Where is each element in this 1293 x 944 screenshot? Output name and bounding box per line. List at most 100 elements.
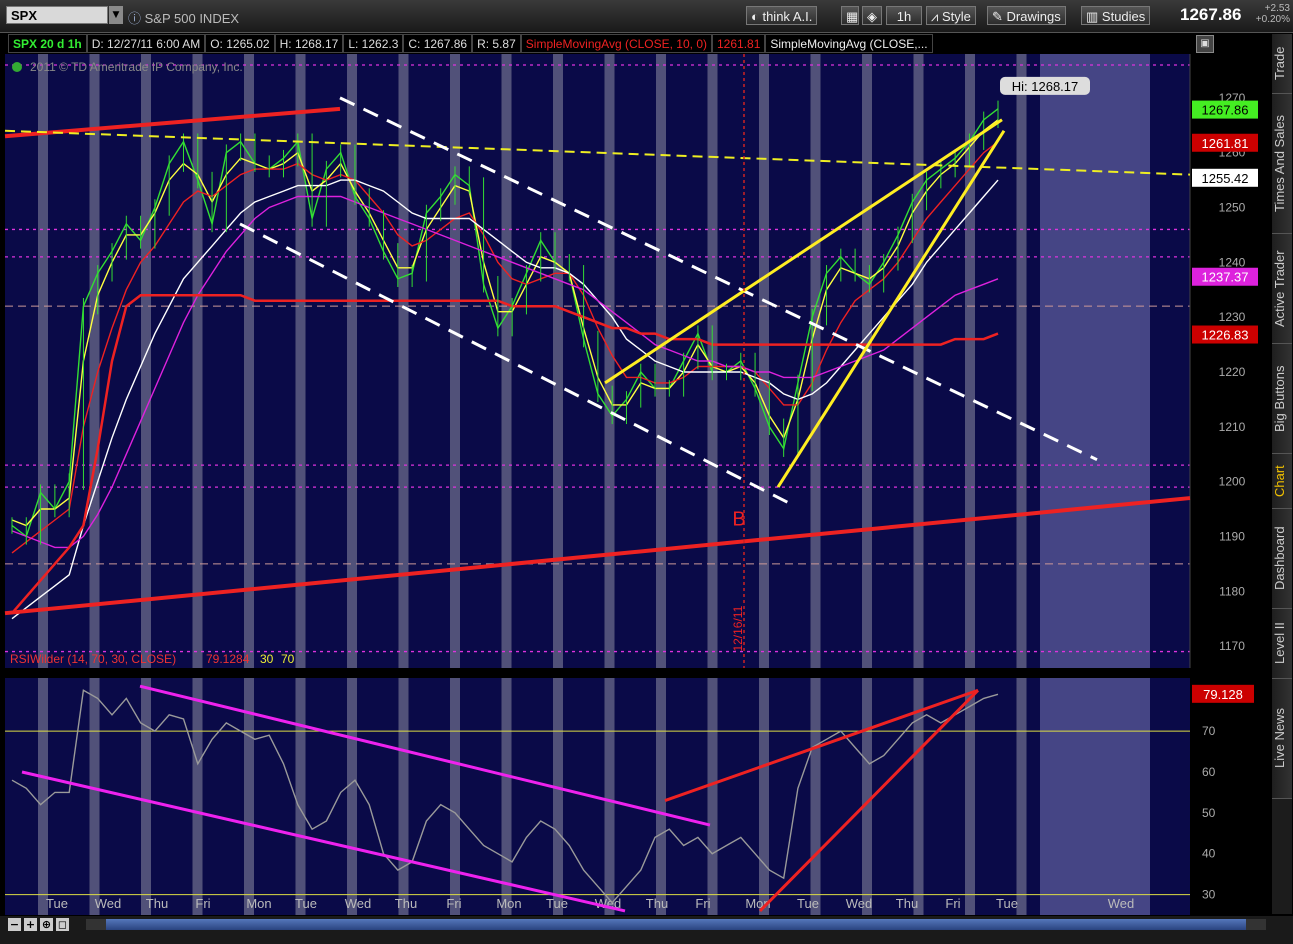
price-tick: 1170 bbox=[1219, 639, 1245, 653]
price-label: 1226.83 bbox=[1202, 328, 1249, 343]
future-zone bbox=[1040, 54, 1150, 668]
session-band-rsi bbox=[295, 678, 306, 915]
studies-icon: ▥ bbox=[1086, 9, 1102, 24]
price-tick: 1230 bbox=[1219, 310, 1246, 324]
rsi-level-70: 70 bbox=[281, 652, 295, 666]
style-icon: ⩘ bbox=[931, 9, 942, 24]
date-marker-label: 12/16/11 bbox=[731, 605, 745, 651]
time-tick: Tue bbox=[295, 896, 317, 911]
rsi-tick: 40 bbox=[1202, 847, 1216, 861]
session-band bbox=[295, 54, 306, 668]
price-label: 1261.81 bbox=[1202, 136, 1249, 151]
interval-button[interactable]: 1h bbox=[886, 6, 922, 25]
sidebar-tab-active-trader[interactable]: Active Trader bbox=[1272, 234, 1292, 344]
drawings-button[interactable]: ✎ Drawings bbox=[987, 6, 1066, 25]
sidebar-tab-times-and-sales[interactable]: Times And Sales bbox=[1272, 94, 1292, 234]
session-band-rsi bbox=[192, 678, 203, 915]
session-band-rsi bbox=[38, 678, 48, 915]
session-band bbox=[1016, 54, 1027, 668]
right-sidebar: Trade Times And Sales Active Trader Big But… bbox=[1272, 34, 1292, 914]
session-band-rsi bbox=[759, 678, 769, 915]
zoom-in-button[interactable]: + bbox=[24, 918, 37, 931]
price-label: 1255.42 bbox=[1202, 171, 1249, 186]
sidebar-tab-live-news[interactable]: Live News bbox=[1272, 679, 1292, 799]
session-band-rsi bbox=[656, 678, 666, 915]
scrollbar-thumb[interactable] bbox=[106, 919, 1246, 930]
price-tick: 1250 bbox=[1219, 201, 1246, 215]
time-tick: Fri bbox=[195, 896, 210, 911]
zoom-out-button[interactable]: − bbox=[8, 918, 21, 931]
top-toolbar: SPX ▼ ⓘ S&P 500 INDEX ◐ think A.I. ▦ ◈ 1… bbox=[0, 0, 1293, 33]
rsi-tick: 60 bbox=[1202, 765, 1216, 779]
symbol-name: ⓘ S&P 500 INDEX bbox=[128, 11, 240, 26]
price-tick: 1180 bbox=[1219, 584, 1245, 598]
time-tick: Mon bbox=[496, 896, 521, 911]
time-tick: Wed bbox=[1108, 896, 1135, 911]
time-tick: Fri bbox=[945, 896, 960, 911]
price-labels: 1267.86 1261.81 1255.42 1237.37 1226.83 bbox=[1192, 100, 1258, 344]
time-tick: Tue bbox=[46, 896, 68, 911]
session-band-rsi bbox=[604, 678, 615, 915]
price-tick: 1200 bbox=[1219, 475, 1246, 489]
time-tick: Tue bbox=[797, 896, 819, 911]
sidebar-tab-level-ii[interactable]: Level II bbox=[1272, 609, 1292, 679]
price-tick: 1240 bbox=[1219, 255, 1246, 269]
session-band-rsi bbox=[707, 678, 718, 915]
session-band-rsi bbox=[450, 678, 460, 915]
chart-area[interactable]: 1170118011901200121012201230124012501260… bbox=[0, 30, 1270, 915]
status-icon bbox=[12, 62, 22, 72]
time-tick: Thu bbox=[896, 896, 918, 911]
time-tick: Wed bbox=[95, 896, 122, 911]
price-tick: 1210 bbox=[1219, 420, 1246, 434]
session-band-rsi bbox=[862, 678, 872, 915]
session-band bbox=[450, 54, 460, 668]
tool-icon-2[interactable]: ◈ bbox=[862, 6, 882, 25]
price-label: 1237.37 bbox=[1202, 270, 1249, 285]
think-ai-icon: ◐ bbox=[751, 9, 763, 24]
session-band bbox=[347, 54, 357, 668]
sidebar-tab-chart[interactable]: Chart bbox=[1272, 454, 1292, 509]
symbol-input[interactable]: SPX bbox=[6, 6, 108, 24]
session-band bbox=[244, 54, 254, 668]
price-tick: 1190 bbox=[1219, 529, 1245, 543]
session-band-rsi bbox=[89, 678, 100, 915]
studies-button[interactable]: ▥ Studies bbox=[1081, 6, 1151, 25]
info-icon: ⓘ bbox=[128, 11, 145, 26]
sidebar-tab-dashboard[interactable]: Dashboard bbox=[1272, 509, 1292, 609]
sidebar-tab-trade[interactable]: Trade bbox=[1272, 34, 1292, 94]
session-band bbox=[913, 54, 924, 668]
tool-icon-1[interactable]: ▦ bbox=[841, 6, 859, 25]
zoom-box-button[interactable]: ◻ bbox=[56, 918, 69, 931]
session-band-rsi bbox=[398, 678, 409, 915]
marker-b: B bbox=[732, 508, 745, 530]
zoom-reset-button[interactable]: ⊕ bbox=[40, 918, 53, 931]
time-tick: Thu bbox=[146, 896, 168, 911]
session-band-rsi bbox=[965, 678, 975, 915]
time-tick: Tue bbox=[996, 896, 1018, 911]
high-label: Hi: 1268.17 bbox=[1012, 79, 1079, 94]
think-ai-button[interactable]: ◐ think A.I. bbox=[746, 6, 818, 25]
symbol-dropdown-button[interactable]: ▼ bbox=[109, 6, 123, 24]
time-tick: Fri bbox=[695, 896, 710, 911]
price-change: +2.53 +0.20% bbox=[1255, 3, 1290, 25]
session-band-rsi bbox=[347, 678, 357, 915]
time-tick: Thu bbox=[395, 896, 417, 911]
price-label: 1267.86 bbox=[1202, 103, 1249, 118]
session-band-rsi bbox=[553, 678, 563, 915]
style-button[interactable]: ⩘ Style bbox=[926, 6, 976, 25]
session-band bbox=[656, 54, 666, 668]
session-band-rsi bbox=[501, 678, 512, 915]
session-band-rsi bbox=[1016, 678, 1027, 915]
time-tick: Wed bbox=[345, 896, 372, 911]
drawings-icon: ✎ bbox=[992, 9, 1007, 24]
rsi-title[interactable]: RSIWilder (14, 70, 30, CLOSE) bbox=[10, 652, 176, 666]
session-band-rsi bbox=[810, 678, 821, 915]
last-price: 1267.86 bbox=[1180, 5, 1242, 24]
rsi-tick: 70 bbox=[1202, 724, 1216, 738]
time-tick: Mon bbox=[246, 896, 271, 911]
sidebar-tab-big-buttons[interactable]: Big Buttons bbox=[1272, 344, 1292, 454]
rsi-level-30: 30 bbox=[260, 652, 274, 666]
time-tick: Wed bbox=[846, 896, 873, 911]
future-zone-rsi bbox=[1040, 678, 1150, 915]
price-tick: 1220 bbox=[1219, 365, 1246, 379]
